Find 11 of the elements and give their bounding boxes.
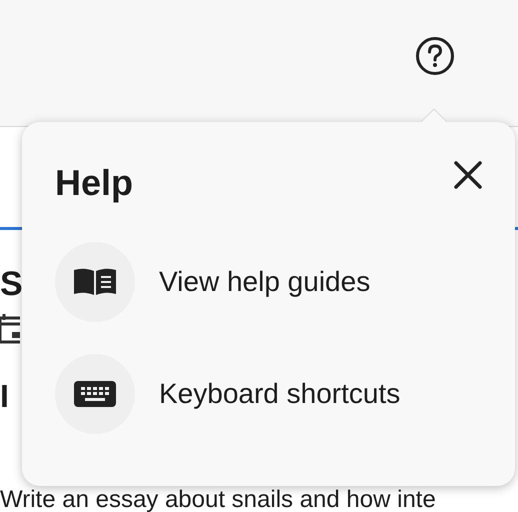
calendar-icon: [0, 314, 20, 344]
heading: S: [0, 264, 23, 304]
help-menu-item[interactable]: View help guides: [55, 242, 515, 322]
popover-title: Help: [55, 161, 134, 205]
help-icon[interactable]: [415, 36, 455, 76]
close-icon[interactable]: [451, 158, 485, 192]
help-menu-item[interactable]: Keyboard shortcuts: [55, 354, 515, 434]
prompt-text: Write an essay about snails and how inte: [0, 487, 436, 512]
subheading: I: [0, 377, 9, 416]
keyboard-icon: [74, 381, 116, 407]
book-icon: [72, 267, 118, 297]
